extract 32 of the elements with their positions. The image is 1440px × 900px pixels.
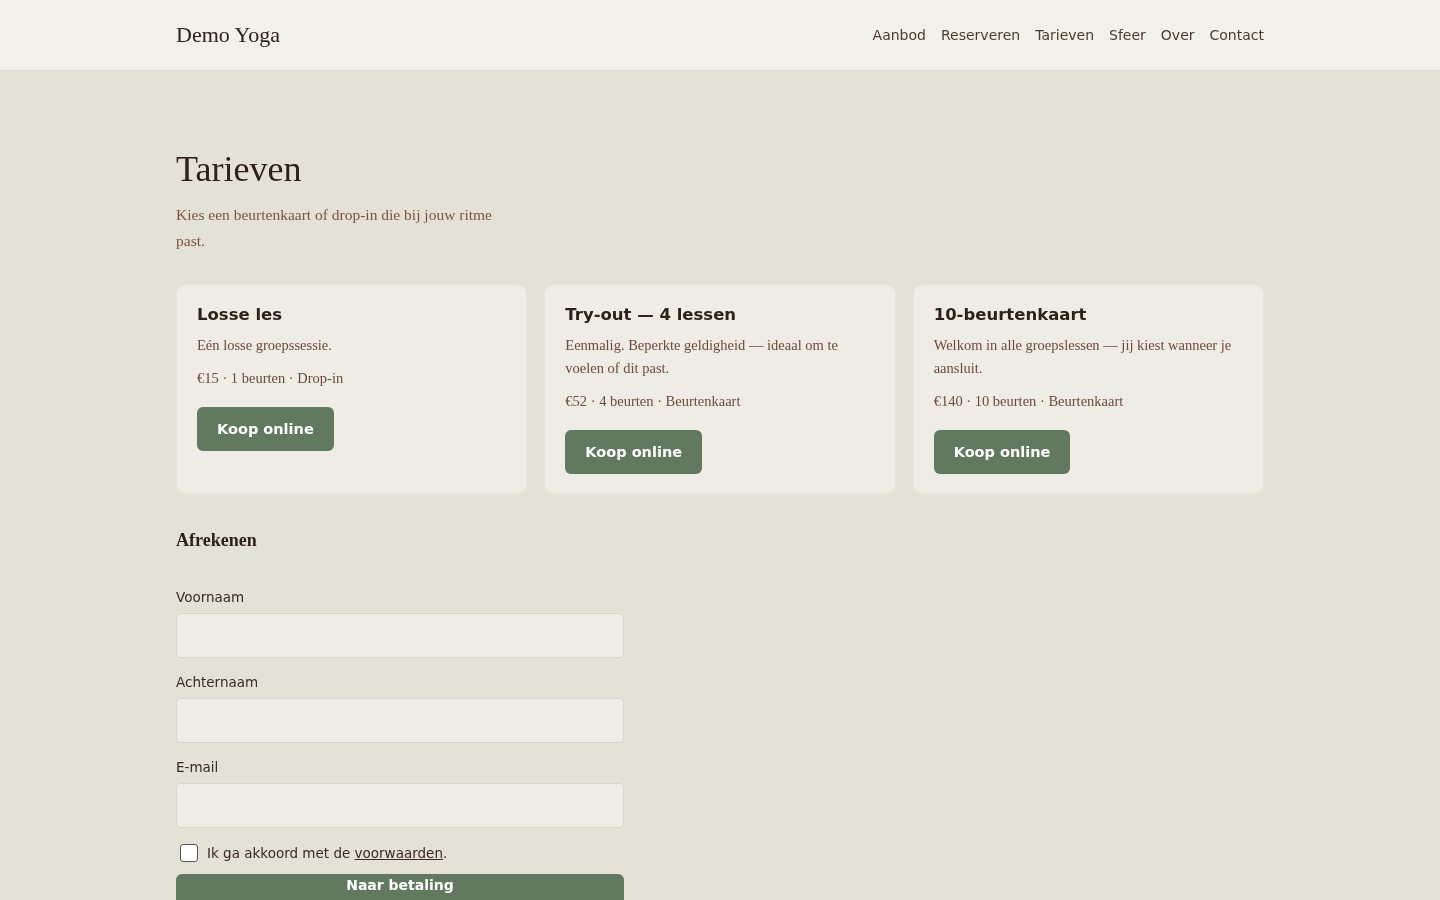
site-logo[interactable]: Demo Yoga [176, 22, 280, 48]
plan-description: Eén losse groepssessie. [197, 336, 333, 355]
checkout-title: Afrekenen [176, 530, 258, 551]
consent-checkbox[interactable] [180, 844, 198, 862]
input-field[interactable] [176, 698, 624, 743]
plan-name: Losse les [197, 305, 284, 324]
buy-button[interactable]: Koop online [197, 407, 334, 451]
page-title: Tarieven [176, 148, 303, 190]
intro-text: Kies een beurtenkaart of drop-in die bij jouw ritme past. [176, 205, 493, 251]
nav-link[interactable]: Contact [1209, 27, 1264, 43]
plan-name: Try-out — 4 lessen [565, 305, 738, 324]
plan-details: €15 · 1 beurten · Drop-in [197, 369, 345, 388]
nav-link[interactable]: Reserveren [940, 27, 1021, 43]
nav-link[interactable]: Sfeer [1109, 27, 1146, 43]
nav-link[interactable]: Tarieven [1035, 27, 1095, 43]
field-label: E-mail [176, 759, 220, 775]
plan-description: Welkom in alle groepslessen — jij kiest wanneer je aansluit. [933, 336, 1233, 378]
nav-link[interactable]: Over [1160, 27, 1195, 43]
pay-button[interactable]: Naar betaling [176, 874, 624, 900]
consent-text: Ik ga akkoord met de voorwaarden. [207, 845, 448, 861]
plan-description: Eenmalig. Beperkte geldigheid — ideaal om te voelen of dit past. [565, 336, 839, 378]
terms-link[interactable]: voorwaarden [354, 845, 443, 861]
input-field[interactable] [176, 613, 624, 658]
field-label: Achternaam [176, 674, 260, 690]
plan-name: 10-beurtenkaart [933, 305, 1088, 324]
nav-link[interactable]: Aanbod [872, 27, 926, 43]
input-field[interactable] [176, 783, 624, 828]
plan-details: €52 · 4 beurten · Beurtenkaart [565, 392, 742, 411]
buy-button[interactable]: Koop online [933, 430, 1071, 474]
plan-details: €140 · 10 beurten · Beurtenkaart [933, 392, 1125, 411]
buy-button[interactable]: Koop online [565, 430, 703, 474]
field-label: Voornaam [176, 589, 246, 605]
